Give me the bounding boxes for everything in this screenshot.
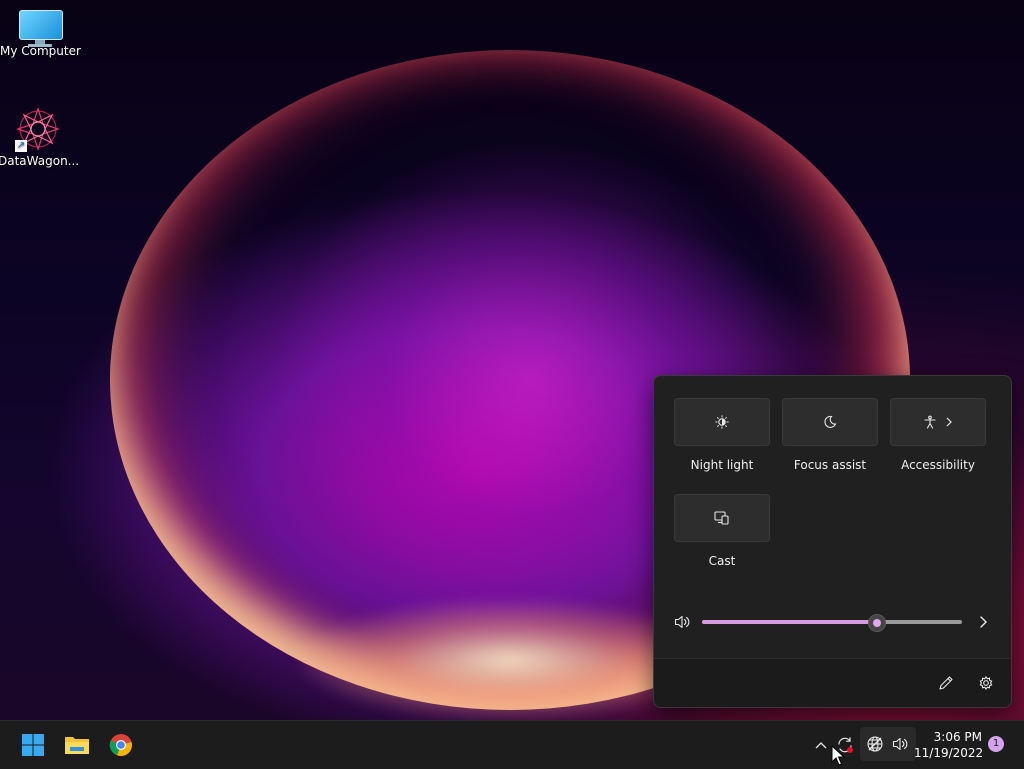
- tile-night-light: Night light: [674, 398, 770, 472]
- gear-icon: [979, 676, 993, 690]
- clock-time: 3:06 PM: [933, 730, 982, 744]
- pencil-icon: [939, 676, 953, 690]
- cast-toggle[interactable]: [674, 494, 770, 542]
- monitor-icon: [19, 10, 63, 47]
- quick-settings-footer: [654, 658, 1011, 707]
- file-explorer-button[interactable]: [61, 729, 93, 761]
- night-light-icon: [715, 415, 729, 429]
- all-settings-button[interactable]: [976, 673, 996, 693]
- notification-badge[interactable]: 1: [988, 736, 1004, 752]
- moon-icon: [824, 415, 837, 428]
- tile-cast: Cast: [674, 494, 770, 568]
- tile-focus-assist: Focus assist: [782, 398, 878, 472]
- chrome-icon: [109, 734, 132, 757]
- folder-icon: [65, 737, 89, 754]
- quick-settings-tray-button[interactable]: [860, 727, 916, 761]
- desktop-icon-label: DataWagon...: [0, 154, 80, 168]
- focus-assist-toggle[interactable]: [782, 398, 878, 446]
- clock-date: 11/19/2022: [914, 746, 984, 760]
- tile-accessibility: Accessibility: [890, 398, 986, 472]
- edit-quick-settings-button[interactable]: [936, 673, 956, 693]
- accessibility-icon: [924, 415, 936, 429]
- night-light-toggle[interactable]: [674, 398, 770, 446]
- taskbar-clock[interactable]: 3:06 PM 11/19/2022: [914, 729, 984, 761]
- mouse-cursor-icon: [831, 745, 845, 766]
- tile-label: Focus assist: [793, 458, 867, 472]
- volume-slider[interactable]: [702, 614, 962, 632]
- volume-slider-thumb[interactable]: [868, 614, 887, 632]
- tile-label: Night light: [690, 458, 754, 472]
- windows-logo-icon: [22, 734, 44, 756]
- chevron-right-icon[interactable]: [978, 615, 988, 629]
- chrome-button[interactable]: [105, 729, 137, 761]
- quick-settings-panel: Night light Focus assist Accessibility C…: [653, 375, 1012, 708]
- volume-row: [674, 612, 994, 632]
- speaker-icon: [892, 737, 908, 751]
- desktop-icon-datawagon[interactable]: ↗ DataWagon...: [0, 106, 80, 168]
- tile-label: Cast: [708, 554, 736, 568]
- shortcut-arrow-icon: ↗: [15, 140, 27, 152]
- show-hidden-icons-button[interactable]: [810, 729, 832, 761]
- accessibility-toggle[interactable]: [890, 398, 986, 446]
- chevron-right-icon: [946, 417, 952, 427]
- chevron-up-icon: [815, 742, 827, 749]
- network-icon: [867, 736, 883, 752]
- tile-label: Accessibility: [901, 458, 975, 472]
- speaker-icon: [674, 615, 690, 629]
- volume-slider-fill: [702, 620, 877, 624]
- start-button[interactable]: [17, 729, 49, 761]
- datawagon-app-icon: ↗: [15, 106, 61, 152]
- desktop-icon-my-computer[interactable]: My Computer: [0, 10, 81, 58]
- taskbar: 3:06 PM 11/19/2022: [0, 720, 1024, 769]
- cast-icon: [714, 511, 729, 525]
